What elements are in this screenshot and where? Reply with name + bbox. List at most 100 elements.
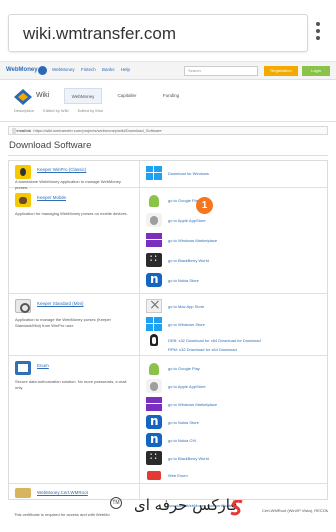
url-text[interactable]: wiki.wmtransfer.com [23, 24, 176, 44]
site-navbar: WebMoney WebMoney Fintech Banks Help Sea… [0, 62, 336, 80]
page-title: Download Software [9, 140, 92, 151]
tab-webmoney[interactable]: WebMoney [64, 88, 102, 104]
platform-link[interactable]: go to Google Play [146, 361, 326, 377]
platform-link[interactable]: Download for Windows [146, 166, 326, 182]
login-button[interactable]: Login [302, 66, 330, 76]
certificate-icon [15, 488, 31, 498]
register-button[interactable]: Registration [264, 66, 298, 76]
platform-link[interactable]: go to Windows Store [146, 317, 326, 333]
login-label: Login [311, 68, 321, 73]
watermark-text: فارکس حرفه ای [134, 496, 238, 514]
platform-label[interactable]: go to Apple AppStore [168, 384, 206, 389]
platform-label[interactable]: go to BlackBerry World [168, 258, 209, 263]
platform-link[interactable]: go to BlackBerry World [146, 450, 326, 467]
divider [9, 293, 327, 294]
kebab-menu-icon[interactable] [312, 22, 324, 44]
nav-link[interactable]: Banks [102, 67, 115, 72]
product-row: Keeper Standard (Mini) Application to ma… [15, 299, 135, 349]
platform-link[interactable]: go to BlackBerry World [146, 252, 326, 269]
windows-store-icon [146, 317, 162, 331]
platform-label[interactable]: go to Google Play [168, 198, 200, 203]
platform-label[interactable]: go to Nokia OVI [168, 438, 196, 443]
keeper-mobile-icon [15, 193, 31, 207]
blackberry-icon [146, 450, 162, 465]
apple-icon [146, 213, 162, 227]
brand-logo-text[interactable]: WebMoney [6, 67, 38, 73]
android-icon [146, 193, 162, 207]
permalink-copy-button[interactable] [12, 128, 16, 135]
nav-links: WebMoney Fintech Banks Help [52, 67, 135, 72]
tab-capitaller[interactable]: Capitaller [108, 88, 146, 104]
permalink-text: Permalink https://wiki.wmtransfer.com/pr… [12, 128, 162, 133]
platform-link[interactable]: go to Windows Marketplace [146, 397, 326, 413]
tab-funding[interactable]: Funding [152, 88, 190, 104]
platform-link[interactable]: go to Nokia Store [146, 272, 326, 289]
nav-link[interactable]: WebMoney [52, 67, 75, 72]
divider [9, 355, 327, 356]
platform-label[interactable]: go to Apple AppStore [168, 218, 206, 223]
platform-link[interactable]: Web Enum [146, 468, 326, 484]
platform-label[interactable]: go to Windows Marketplace [168, 238, 217, 243]
subtab[interactable]: Description [14, 108, 34, 113]
product-name[interactable]: Enum [37, 363, 49, 368]
platform-link[interactable]: go to Mac App Store [146, 297, 326, 315]
platform-label[interactable]: go to Google Play [168, 366, 200, 371]
nav-link[interactable]: Fintech [81, 67, 96, 72]
subtab[interactable]: Edited by Mon [78, 108, 104, 113]
windows-icon [146, 166, 162, 180]
product-name[interactable]: Keeper Standard (Mini) [37, 301, 84, 306]
keeper-classic-icon [15, 165, 31, 179]
apple-icon [146, 379, 162, 393]
product-description: A standalone WebMoney application to man… [15, 179, 121, 190]
wiki-title[interactable]: Wiki [36, 92, 49, 99]
platform-label[interactable]: Web Enum [168, 473, 188, 478]
platform-label[interactable]: go to Mac App Store [168, 304, 204, 309]
blackberry-icon [146, 252, 162, 267]
product-row: Enum Secure data authorization solution.… [15, 361, 135, 401]
platform-link[interactable]: go to Google Play [146, 193, 326, 209]
windows-phone-icon [146, 233, 162, 247]
enum-icon [15, 361, 31, 375]
address-bar[interactable]: wiki.wmtransfer.com [8, 14, 308, 52]
globe-icon [38, 66, 47, 75]
platform-label[interactable]: DEB: x32 Download for x64 Download for D… [168, 338, 261, 343]
product-name[interactable]: WebMoney.Cert.WMRoot [37, 490, 88, 495]
wiki-logo-icon [14, 89, 32, 105]
permalink-url: https://wiki.wmtransfer.com/projects/web… [33, 128, 162, 133]
android-icon [146, 361, 162, 375]
divider [139, 161, 140, 499]
product-description: Secure data authorization solution. No m… [15, 379, 127, 390]
product-description: This certificate is required for access … [14, 512, 110, 517]
product-description: Application for managing WebMoney purses… [15, 211, 128, 216]
nav-link[interactable]: Help [121, 67, 130, 72]
platform-label[interactable]: RPM: x32 Download for x64 Download [168, 347, 237, 352]
nokia-icon [146, 414, 162, 429]
platform-label[interactable]: go to BlackBerry World [168, 456, 209, 461]
platform-label[interactable]: go to Nokia Store [168, 420, 199, 425]
platform-link[interactable]: go to Nokia Store [146, 414, 326, 431]
subtab[interactable]: Edited by Wiki [43, 108, 68, 113]
platform-link[interactable]: go to Apple AppStore [146, 213, 326, 229]
product-row: Keeper WinPro (Classic) A standalone Web… [15, 165, 135, 190]
platform-label[interactable]: go to Nokia Store [168, 278, 199, 283]
site-search-input[interactable]: Search [184, 66, 258, 76]
product-name[interactable]: Keeper WinPro (Classic) [37, 167, 86, 172]
product-name[interactable]: Keeper Mobile [37, 195, 66, 200]
web-enum-icon [146, 468, 162, 482]
browser-toolbar: wiki.wmtransfer.com [0, 0, 336, 62]
windows-phone-icon [146, 397, 162, 411]
platform-link[interactable]: go to Windows Marketplace [146, 233, 326, 249]
permalink-bar[interactable]: Permalink https://wiki.wmtransfer.com/pr… [8, 126, 328, 135]
nokia-icon [146, 432, 162, 447]
wiki-subtabs: Description Edited by Wiki Edited by Mon [14, 108, 111, 113]
mac-x-icon [146, 297, 162, 313]
platform-label[interactable]: go to Windows Marketplace [168, 402, 217, 407]
nokia-icon [146, 272, 162, 287]
platform-label[interactable]: Download for Windows [168, 171, 209, 176]
platform-label[interactable]: go to Windows Store [168, 322, 205, 327]
platform-link[interactable]: go to Apple AppStore [146, 379, 326, 395]
platform-link[interactable]: RPM: x32 Download for x64 Download [146, 345, 326, 355]
divider [8, 155, 328, 156]
step-badge: 1 [196, 197, 213, 214]
platform-link[interactable]: go to Nokia OVI [146, 432, 326, 449]
